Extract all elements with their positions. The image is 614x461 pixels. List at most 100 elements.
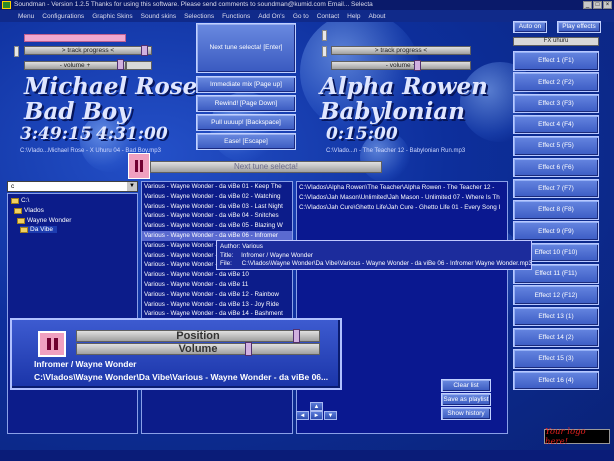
menu-item-about[interactable]: About — [369, 13, 386, 20]
menu-item-selections[interactable]: Selections — [184, 13, 214, 20]
drive-select[interactable]: c ▼ — [7, 181, 138, 192]
menu-item-sound-skins[interactable]: Sound skins — [141, 13, 176, 20]
left-position-time: 3:49:15 — [20, 124, 92, 144]
left-level-meter — [24, 34, 126, 42]
menu-item-go-to[interactable]: Go to — [293, 13, 309, 20]
right-progress-start[interactable] — [322, 46, 327, 57]
menu-item-add-on-s[interactable]: Add On's — [258, 13, 285, 20]
left-artist: Michael Rose — [24, 73, 198, 100]
left-track: Bad Boy — [24, 98, 131, 125]
right-position-time: 0:15:00 — [326, 124, 398, 144]
playlist-item[interactable]: C:\Vlados\Alpha Rowen\The Teacher\Alpha … — [297, 183, 507, 193]
tree-item-wayne-wonder[interactable]: Wayne Wonder — [17, 217, 71, 224]
next-tune-play-button[interactable] — [128, 153, 150, 179]
effect-button-9[interactable]: Effect 9 (F9) — [513, 221, 599, 241]
effect-button-15[interactable]: Effect 15 (3) — [513, 349, 599, 369]
preview-volume-slider[interactable]: Volume — [76, 342, 320, 356]
chevron-left-icon: ◄ — [299, 412, 306, 419]
file-list-item[interactable]: Various - Wayne Wonder - da viBe 11 — [142, 280, 292, 290]
folder-icon — [11, 197, 19, 204]
effect-button-3[interactable]: Effect 3 (F3) — [513, 93, 599, 114]
left-progress-thumb[interactable] — [141, 45, 148, 56]
next-tune-button[interactable]: Next tune selecta! [Enter] — [196, 23, 296, 73]
logo: Your logo here! — [544, 427, 610, 447]
file-tooltip: Author: Various Title: Infromer / Wayne … — [216, 240, 532, 270]
clear-list-button[interactable]: Clear list — [441, 379, 491, 392]
file-list-item[interactable]: Various - Wayne Wonder - da viBe 01 - Ke… — [142, 182, 292, 192]
right-track-progress[interactable]: > track progress < — [331, 46, 471, 55]
tree-item-da-vibe[interactable]: Da Vibe — [20, 226, 58, 233]
file-list-item[interactable]: Various - Wayne Wonder - da viBe 05 - Bl… — [142, 221, 292, 231]
folder-icon — [14, 207, 22, 214]
left-deck-handle[interactable] — [14, 46, 19, 57]
menu-item-help[interactable]: Help — [347, 13, 360, 20]
effect-button-16[interactable]: Effect 16 (4) — [513, 370, 599, 390]
tooltip-title: Infromer / Wayne Wonder — [241, 251, 313, 259]
file-list-item[interactable]: Various - Wayne Wonder - da viBe 02 - Wa… — [142, 192, 292, 202]
preview-position-thumb[interactable] — [293, 329, 300, 343]
rewind-button[interactable]: Rewind! [Page Down] — [196, 95, 296, 112]
chevron-down-icon[interactable]: ▼ — [127, 182, 137, 191]
effect-button-12[interactable]: Effect 12 (F12) — [513, 285, 599, 305]
next-tune-bar[interactable]: Next tune selecta! — [150, 161, 382, 173]
file-list-item[interactable]: Various - Wayne Wonder - da viBe 10 — [142, 270, 292, 280]
menu-item-contact[interactable]: Contact — [317, 13, 339, 20]
app-icon — [2, 1, 11, 9]
file-list-item[interactable]: Various - Wayne Wonder - da viBe 04 - Sn… — [142, 211, 292, 221]
playlist-item[interactable]: C:\Vlados\Jah Mason\Unlimited\Jah Mason … — [297, 193, 507, 203]
folder-icon — [17, 217, 25, 224]
ease-button[interactable]: Ease! [Escape] — [196, 133, 296, 150]
effect-button-1[interactable]: Effect 1 (F1) — [513, 51, 599, 71]
effect-button-8[interactable]: Effect 8 (F8) — [513, 200, 599, 220]
effect-button-7[interactable]: Effect 7 (F7) — [513, 178, 599, 199]
preview-path: C:\Vlados\Wayne Wonder\Da Vibe\Various -… — [34, 372, 329, 382]
right-deck-handle[interactable] — [322, 30, 327, 41]
tree-item-vlados[interactable]: Vlados — [14, 207, 44, 214]
scroll-down-button[interactable]: ▼ — [324, 411, 337, 420]
menu-item-configurations[interactable]: Configurations — [42, 13, 84, 20]
close-icon[interactable]: × — [603, 1, 612, 9]
minimize-icon[interactable]: _ — [583, 1, 592, 9]
file-list-item[interactable]: Various - Wayne Wonder - da viBe 13 - Jo… — [142, 300, 292, 310]
right-track: Babylonian — [320, 98, 465, 125]
menu-item-functions[interactable]: Functions — [222, 13, 250, 20]
scroll-right-button[interactable]: ► — [310, 411, 323, 420]
left-volume-slider[interactable]: - volume + — [24, 61, 126, 70]
right-volume-thumb[interactable] — [414, 60, 421, 71]
auto-on-button[interactable]: Auto on — [513, 21, 547, 33]
file-list-item[interactable]: Various - Wayne Wonder - da viBe 03 - La… — [142, 202, 292, 212]
maximize-icon[interactable]: □ — [593, 1, 602, 9]
scroll-up-button[interactable]: ▲ — [310, 402, 323, 411]
immediate-mix-button[interactable]: Immediate mix [Page up] — [196, 76, 296, 93]
show-history-button[interactable]: Show history — [441, 407, 491, 420]
effect-button-13[interactable]: Effect 13 (1) — [513, 306, 599, 327]
preview-volume-thumb[interactable] — [245, 342, 252, 356]
play-effects-button[interactable]: Play effects — [557, 21, 601, 33]
fx-select[interactable]: FX uhuru — [513, 37, 599, 46]
folder-open-icon — [20, 226, 28, 233]
right-artist: Alpha Rowen — [320, 73, 488, 100]
playlist-item[interactable]: C:\Vlados\Jah Cure\Ghetto Life\Jah Cure … — [297, 203, 507, 213]
effect-button-14[interactable]: Effect 14 (2) — [513, 327, 599, 348]
effect-button-4[interactable]: Effect 4 (F4) — [513, 114, 599, 135]
right-file-path: C:\Vlado...n - The Teacher 12 - Babyloni… — [326, 148, 466, 154]
tree-item-root[interactable]: C:\ — [11, 197, 29, 204]
left-total-time: 4:31:00 — [96, 124, 168, 144]
left-track-progress[interactable]: > track progress < — [24, 45, 152, 56]
save-playlist-button[interactable]: Save as playlist — [441, 393, 491, 406]
pull-up-button[interactable]: Pull uuuup! [Backspace] — [196, 114, 296, 131]
scroll-left-button[interactable]: ◄ — [296, 411, 309, 420]
preview-position-slider[interactable]: Position — [76, 329, 320, 343]
chevron-up-icon: ▲ — [313, 403, 320, 410]
left-volume-thumb[interactable] — [117, 59, 124, 70]
effect-button-2[interactable]: Effect 2 (F2) — [513, 72, 599, 92]
tooltip-file: C:\Vlados\Wayne Wonder\Da Vibe\Various -… — [241, 260, 532, 267]
effect-button-6[interactable]: Effect 6 (F6) — [513, 157, 599, 177]
effect-button-5[interactable]: Effect 5 (F5) — [513, 136, 599, 156]
right-volume-slider[interactable]: - volume + — [331, 60, 471, 71]
status-strip — [0, 450, 614, 461]
menu-item-menu[interactable]: Menu — [18, 13, 34, 20]
preview-play-button[interactable] — [38, 331, 66, 357]
file-list-item[interactable]: Various - Wayne Wonder - da viBe 12 - Ra… — [142, 290, 292, 300]
menu-item-graphic-skins[interactable]: Graphic Skins — [92, 13, 132, 20]
